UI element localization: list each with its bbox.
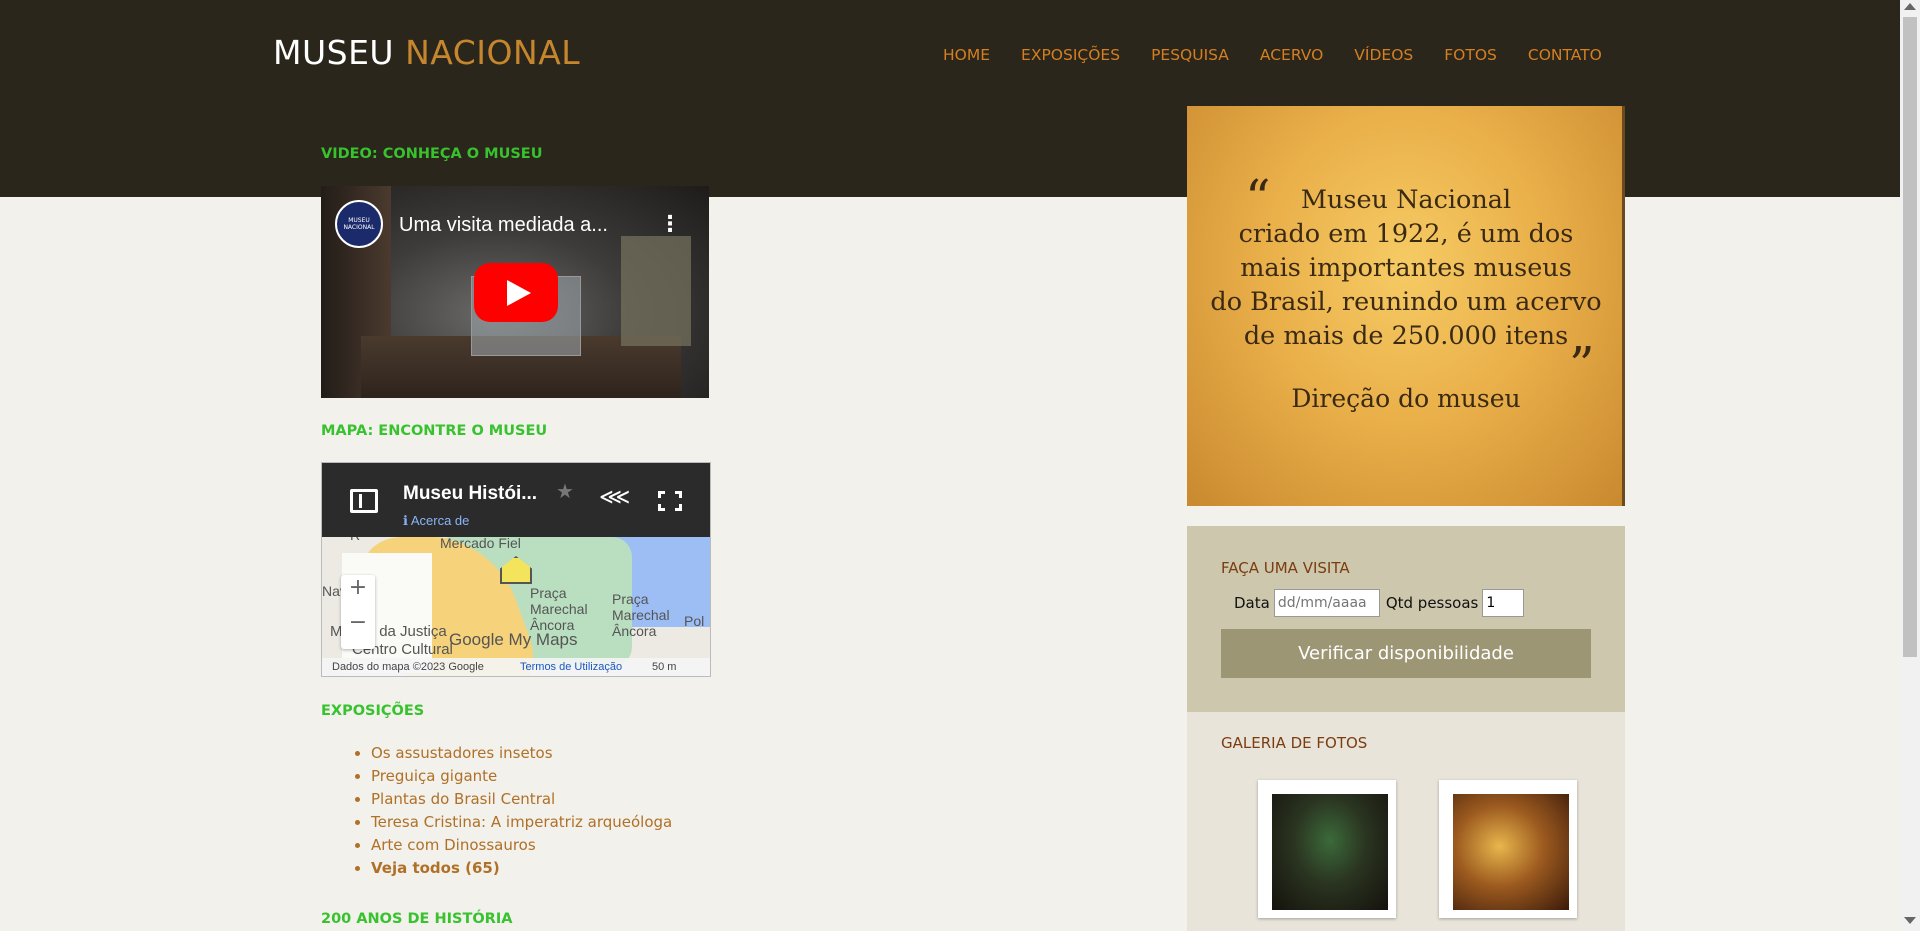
map-section-title: MAPA: ENCONTRE O MUSEU [321,423,548,439]
quote-line: criado em 1922, é um dos [1238,219,1574,249]
gallery-image [1272,794,1388,910]
list-item: Plantas do Brasil Central [371,788,672,811]
map-terms-link[interactable]: Termos de Utilização [520,661,622,673]
historia-title: 200 ANOS DE HISTÓRIA [321,911,513,927]
nav-home[interactable]: HOME [943,46,990,64]
nav-videos[interactable]: VÍDEOS [1354,46,1413,64]
quote-line: do Brasil, reunindo um acervo [1210,287,1602,317]
nav-contato[interactable]: CONTATO [1528,46,1602,64]
video-title[interactable]: Uma visita mediada a... [399,214,608,237]
list-item: Preguiça gigante [371,765,672,788]
zoom-controls: + − [341,575,375,649]
map-embed[interactable]: Mercado Fiel Praça Marechal Âncora Praça… [321,462,711,677]
qty-label: Qtd pessoas [1385,594,1479,612]
logo-text-nacional: NACIONAL [405,33,581,72]
star-icon[interactable]: ★ [556,479,574,503]
visit-title: FAÇA UMA VISITA [1221,559,1350,577]
map-scale: 50 m [652,661,677,673]
qty-field[interactable] [1482,589,1525,617]
map-brand: Google My Maps [449,630,578,649]
logo-text-museu: MUSEU [273,33,395,72]
gallery-panel: GALERIA DE FOTOS [1187,712,1625,931]
list-item: Os assustadores insetos [371,742,672,765]
gallery-photo-1[interactable] [1258,780,1396,918]
list-item: Teresa Cristina: A imperatriz arqueóloga [371,811,672,834]
expo-link-insetos[interactable]: Os assustadores insetos [371,744,553,762]
nav-acervo[interactable]: ACERVO [1260,46,1323,64]
quote-signature: Direção do museu [1291,384,1521,413]
expo-link-preguica[interactable]: Preguiça gigante [371,767,497,785]
scroll-up-icon[interactable] [1904,3,1916,10]
map-title[interactable]: Museu Histói... [403,483,537,505]
quote-text: Museu Nacional criado em 1922, é um dos … [1187,183,1625,353]
quote-line: mais importantes museus [1240,253,1572,283]
gallery-photo-2[interactable] [1439,780,1577,918]
map-label-praca-2: Praça Marechal Âncora [612,591,670,639]
channel-avatar[interactable]: MUSEU NACIONAL [335,200,383,248]
map-label-mercado: Mercado Fiel [440,535,521,551]
site-logo[interactable]: MUSEU NACIONAL [273,33,580,72]
map-about-link[interactable]: ℹ Acerca de [403,513,469,529]
video-thumbnail-case2 [621,236,691,346]
list-item: Arte com Dinossauros [371,834,672,857]
exposicoes-list: Os assustadores insetos Preguiça gigante… [371,742,672,880]
expo-link-veja-todos[interactable]: Veja todos (65) [371,859,500,877]
zoom-in-button[interactable]: + [341,575,375,600]
map-about-label: Acerca de [410,513,470,528]
nav-fotos[interactable]: FOTOS [1444,46,1497,64]
gallery-image [1453,794,1569,910]
map-title-bar: Museu Histói... ℹ Acerca de ★ ⋘ [322,463,710,537]
map-footer: Dados do mapa ©2023 Google Termos de Uti… [322,658,710,676]
zoom-out-button[interactable]: − [341,610,375,635]
expo-link-teresa[interactable]: Teresa Cristina: A imperatriz arqueóloga [371,813,672,831]
date-field[interactable] [1273,589,1380,617]
expo-link-dinossauros[interactable]: Arte com Dinossauros [371,836,536,854]
map-label-praca-1: Praça Marechal Âncora [530,585,588,633]
scroll-down-icon[interactable] [1904,917,1916,924]
visit-form: Data Qtd pessoas [1234,589,1530,617]
quote-line: de mais de 250.000 itens [1243,321,1569,351]
check-availability-button[interactable]: Verificar disponibilidade [1221,629,1591,678]
nav-pesquisa[interactable]: PESQUISA [1151,46,1229,64]
map-label-pol: Pol [684,613,705,629]
expo-link-plantas[interactable]: Plantas do Brasil Central [371,790,555,808]
share-icon[interactable]: ⋘ [599,485,630,510]
quote-banner: “ Museu Nacional criado em 1922, é um do… [1187,106,1625,506]
video-embed[interactable]: MUSEU NACIONAL Uma visita mediada a... ⋮ [321,186,709,398]
video-section-title: VIDEO: CONHEÇA O MUSEU [321,146,543,162]
main-nav: HOME EXPOSIÇÕES PESQUISA ACERVO VÍDEOS F… [943,46,1633,64]
visit-panel: FAÇA UMA VISITA Data Qtd pessoas Verific… [1187,526,1625,712]
gallery-title: GALERIA DE FOTOS [1221,734,1368,752]
more-options-icon[interactable]: ⋮ [659,212,681,237]
scrollbar-thumb[interactable] [1903,17,1917,657]
fullscreen-icon[interactable] [658,491,682,511]
play-button[interactable] [474,263,558,322]
exposicoes-title: EXPOSIÇÕES [321,703,425,719]
nav-exposicoes[interactable]: EXPOSIÇÕES [1021,46,1120,64]
map-data-credit: Dados do mapa ©2023 Google [332,661,484,673]
side-panel-icon[interactable] [350,489,378,513]
list-item: Veja todos (65) [371,857,672,880]
date-label: Data [1234,594,1270,612]
quote-line: Museu Nacional [1300,185,1512,215]
